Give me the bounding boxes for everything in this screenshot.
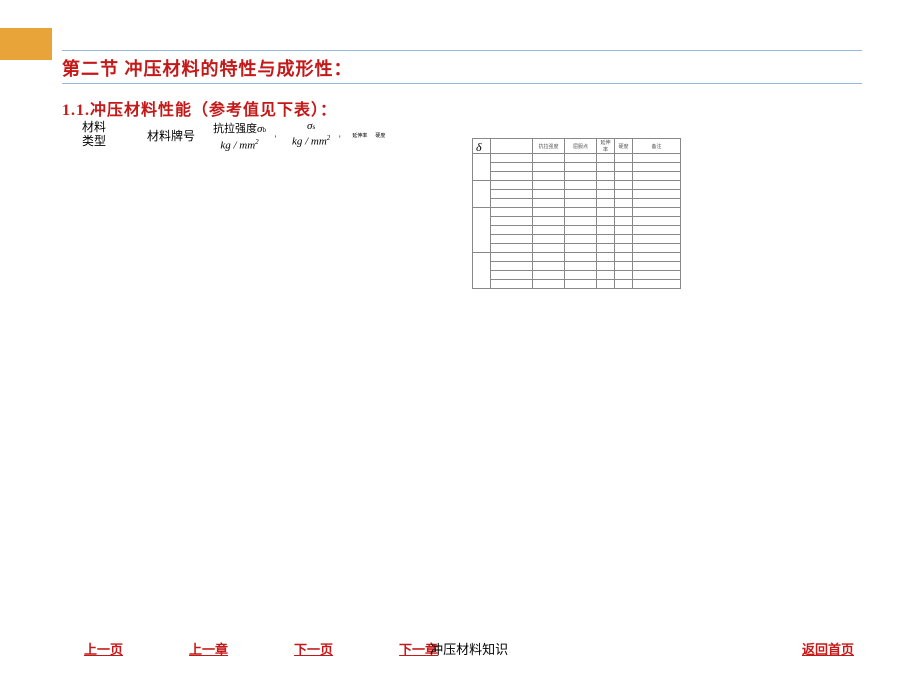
table-row [473,253,681,262]
subtitle: 1.1.冲压材料性能（参考值见下表）： [62,96,337,120]
table-row [473,217,681,226]
table-row [473,226,681,235]
section-title: 第二节 冲压材料的特性与成形性： [62,55,353,81]
table-row [473,244,681,253]
material-type-header: 材料类型 [82,120,132,152]
table-row [473,154,681,163]
table-header-row: 抗拉强度 屈服点 延伸率 硬度 备注 [473,139,681,154]
punct-1: ， [274,130,280,152]
table-row [473,235,681,244]
prev-page-link[interactable]: 上一页 [84,639,123,658]
unit-1: kg / mm2 [220,138,258,152]
material-grade-header: 材料牌号 [147,127,195,152]
tensile-label: 抗拉强度 [213,120,257,136]
th-yield: 屈服点 [565,139,597,154]
table-row [473,163,681,172]
decorative-left-block [0,28,52,60]
material-data-table: 抗拉强度 屈服点 延伸率 硬度 备注 [472,138,681,289]
table-row [473,271,681,280]
table-row [473,190,681,199]
next-page-link[interactable]: 下一页 [294,639,333,658]
th-elong: 延伸率 [597,139,615,154]
table-row [473,208,681,217]
sigma-s-sub: s [312,123,315,131]
th-hard: 硬度 [615,139,633,154]
table-row [473,262,681,271]
table-row [473,181,681,190]
home-link[interactable]: 返回首页 [802,639,854,658]
table-row [473,172,681,181]
th-remark: 备注 [633,139,681,154]
th-blank2 [491,139,533,154]
prev-chapter-link[interactable]: 上一章 [189,639,228,658]
column-headers: 材料类型 材料牌号 抗拉强度 σ b kg / mm2 ， σ s kg / m… [82,120,385,152]
unit-2: kg / mm2 [292,134,330,148]
yield-header: σ s kg / mm2 [292,120,330,152]
tensile-strength-header: 抗拉强度 σ b kg / mm2 [213,120,266,152]
footer-title: 冲压材料知识 [430,639,508,658]
table-row [473,280,681,289]
sigma-b-sub: b [262,126,266,134]
title-container: 第二节 冲压材料的特性与成形性： [62,50,862,84]
th-blank1 [473,139,491,154]
small-label-2: 硬度 [375,132,385,152]
punct-2: ， [338,130,344,152]
navigation-bar: 上一页 上一章 下一页 下一章 冲压材料知识 返回首页 [84,639,884,658]
table-row [473,199,681,208]
table-body [473,154,681,289]
th-strength: 抗拉强度 [533,139,565,154]
small-label-1: 延伸率 [352,132,367,152]
